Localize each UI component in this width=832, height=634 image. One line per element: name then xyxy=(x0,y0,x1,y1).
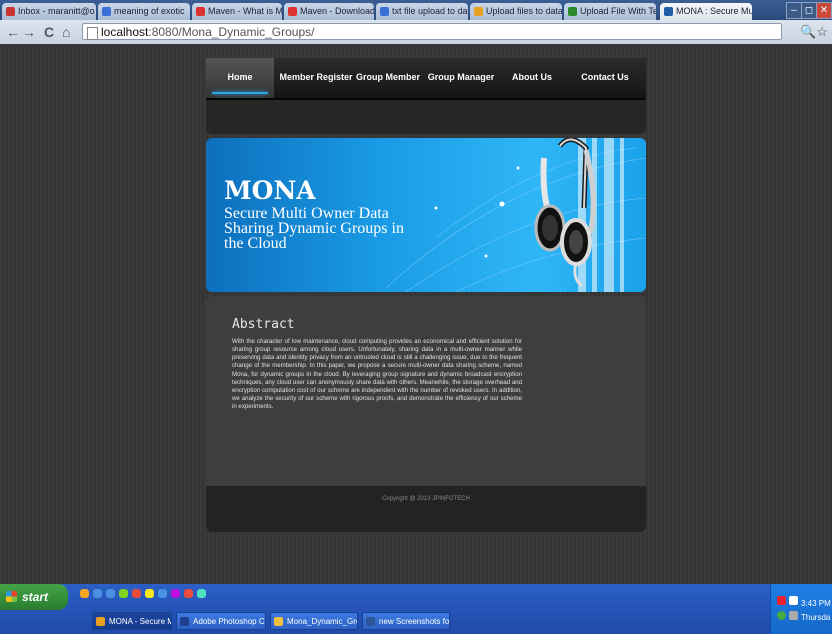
url-input[interactable]: localhost:8080/Mona_Dynamic_Groups/ xyxy=(82,23,782,40)
quick-launch-icon[interactable] xyxy=(184,589,193,598)
quick-launch-icon[interactable] xyxy=(106,589,115,598)
system-tray: 3:43 PM Thursda xyxy=(770,584,832,634)
tray-icon[interactable] xyxy=(789,611,798,620)
reload-icon[interactable]: C xyxy=(44,24,54,40)
maven-icon xyxy=(196,7,205,16)
page-viewport: Home Member Register Group Member Group … xyxy=(0,44,832,584)
main-menu: Home Member Register Group Member Group … xyxy=(206,58,646,100)
zoom-and-bookmark-icons[interactable]: 🔍☆ xyxy=(800,24,828,40)
browser-tab[interactable]: Maven - What is Ma xyxy=(192,3,282,20)
browser-tab[interactable]: Upload File With Te xyxy=(564,3,656,20)
browser-tab-strip: Inbox - maranitt@o meaning of exotic Mav… xyxy=(0,0,832,20)
quick-launch-icon[interactable] xyxy=(171,589,180,598)
site-footer: Copyright @ 2013 JPINFOTECH xyxy=(206,486,646,532)
abstract-heading: Abstract xyxy=(232,317,295,332)
page-icon xyxy=(87,27,98,40)
google-icon xyxy=(102,7,111,16)
chrome-icon xyxy=(96,617,105,626)
browser-tab[interactable]: txt file upload to dat xyxy=(376,3,468,20)
maximize-button[interactable]: ◻ xyxy=(801,2,817,19)
taskbar-item[interactable]: Adobe Photoshop CS6 xyxy=(176,612,266,630)
home-icon[interactable]: ⌂ xyxy=(62,24,70,40)
headphones-icon xyxy=(534,138,596,288)
photoshop-icon xyxy=(180,617,189,626)
page-icon xyxy=(664,7,673,16)
windows-logo-icon xyxy=(6,591,17,602)
menu-group-member[interactable]: Group Member xyxy=(356,58,420,98)
browser-tab-active[interactable]: MONA : Secure Mul xyxy=(660,3,752,20)
banner-subtitle: Secure Multi Owner Data Sharing Dynamic … xyxy=(224,205,404,252)
hero-banner: MONA Secure Multi Owner Data Sharing Dyn… xyxy=(206,138,646,292)
menu-about-us[interactable]: About Us xyxy=(500,58,564,98)
quick-launch-icon[interactable] xyxy=(80,589,89,598)
browser-tab[interactable]: meaning of exotic xyxy=(98,3,190,20)
browser-tab[interactable]: Inbox - maranitt@o xyxy=(2,3,96,20)
stackoverflow-icon xyxy=(474,7,483,16)
back-icon[interactable]: ← xyxy=(6,24,20,40)
tray-icon[interactable] xyxy=(789,596,798,605)
browser-tab[interactable]: Upload files to datal xyxy=(470,3,562,20)
taskbar-item[interactable]: new Screenshots for ... xyxy=(362,612,450,630)
clock-day: Thursda xyxy=(801,613,831,622)
menu-home[interactable]: Home xyxy=(206,58,274,98)
url-path: :8080/Mona_Dynamic_Groups/ xyxy=(148,25,315,39)
quick-launch-icon[interactable] xyxy=(93,589,102,598)
clock-time[interactable]: 3:43 PM xyxy=(801,599,831,608)
taskbar-item[interactable]: Mona_Dynamic_Grou... xyxy=(270,612,358,630)
forward-icon[interactable]: → xyxy=(22,24,36,40)
taskbar-item[interactable]: MONA - Secure Multi ... xyxy=(92,612,172,630)
word-icon xyxy=(366,617,375,626)
menu-contact-us[interactable]: Contact Us xyxy=(568,58,642,98)
browser-tab[interactable]: Maven - Download xyxy=(284,3,374,20)
quick-launch-icon[interactable] xyxy=(197,589,206,598)
volume-icon[interactable] xyxy=(777,611,786,620)
folder-icon xyxy=(274,617,283,626)
menu-member-register[interactable]: Member Register xyxy=(278,58,354,98)
start-button[interactable]: start xyxy=(0,584,68,610)
google-icon xyxy=(380,7,389,16)
url-host: localhost xyxy=(101,25,149,39)
minimize-button[interactable]: – xyxy=(786,2,802,19)
windows-taskbar: start MONA - Secure Multi ... Adobe Phot… xyxy=(0,584,832,634)
quick-launch-icon[interactable] xyxy=(145,589,154,598)
banner-title: MONA xyxy=(224,176,316,205)
quick-launch-icon[interactable] xyxy=(119,589,128,598)
sub-header-bar xyxy=(206,100,646,134)
address-bar: ← → C ⌂ localhost:8080/Mona_Dynamic_Grou… xyxy=(0,20,832,45)
quick-launch-icon[interactable] xyxy=(132,589,141,598)
abstract-text: With the character of low maintenance, c… xyxy=(232,338,522,411)
gmail-icon xyxy=(6,7,15,16)
menu-group-manager[interactable]: Group Manager xyxy=(424,58,498,98)
quick-launch-icon[interactable] xyxy=(158,589,167,598)
abstract-section: Abstract With the character of low maint… xyxy=(206,296,646,486)
close-button[interactable]: ✕ xyxy=(816,2,832,19)
copyright-text: Copyright @ 2013 JPINFOTECH xyxy=(382,496,470,502)
network-icon[interactable] xyxy=(777,596,786,605)
maven-icon xyxy=(288,7,297,16)
page-icon xyxy=(568,7,577,16)
